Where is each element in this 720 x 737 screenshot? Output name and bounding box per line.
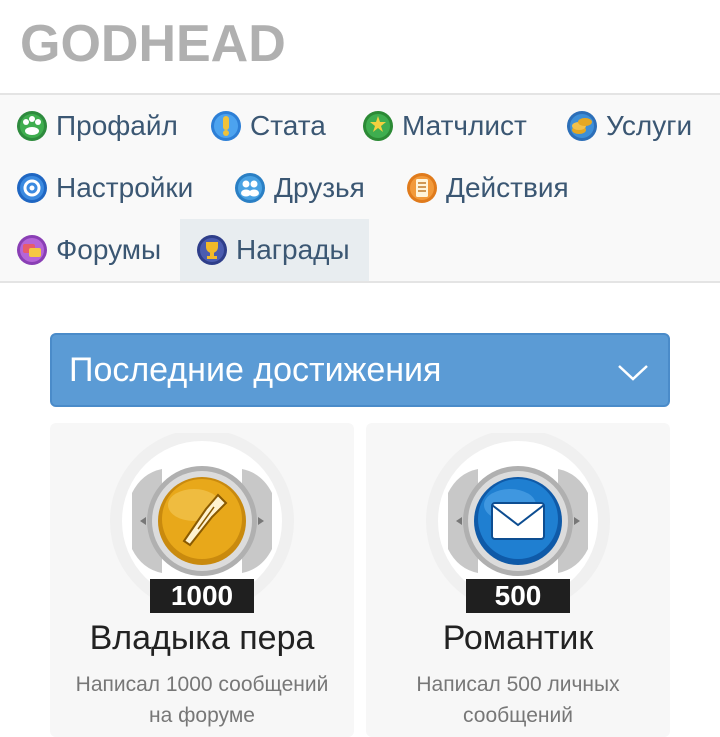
- profile-nav: Профайл Стата Матчлист Услуги Настройки …: [0, 93, 720, 283]
- nav-item-matchlist[interactable]: Матчлист: [346, 95, 550, 157]
- section-title: Последние достижения: [69, 350, 442, 389]
- nav-label-awards: Награды: [236, 234, 350, 265]
- recent-achievements-header[interactable]: Последние достижения: [50, 333, 670, 407]
- nav-item-forums[interactable]: Форумы: [0, 219, 180, 281]
- nav-label-friends: Друзья: [274, 172, 365, 203]
- matchlist-icon: [362, 110, 394, 142]
- settings-icon: [16, 172, 48, 204]
- actions-icon: [406, 172, 438, 204]
- friends-icon: [234, 172, 266, 204]
- medal-badge-count: 1000: [171, 580, 233, 611]
- nav-label-profile: Профайл: [56, 110, 178, 141]
- nav-label-forums: Форумы: [56, 234, 162, 265]
- stats-icon: [210, 110, 242, 142]
- awards-icon: [196, 234, 228, 266]
- envelope-medal-icon: 500: [426, 433, 610, 613]
- nav-label-stats: Стата: [250, 110, 326, 141]
- nav-item-profile[interactable]: Профайл: [0, 95, 194, 157]
- nav-item-awards[interactable]: Награды: [180, 219, 369, 281]
- medal-badge-count: 500: [495, 580, 542, 611]
- nav-label-actions: Действия: [446, 172, 569, 203]
- nav-label-matchlist: Матчлист: [402, 110, 527, 141]
- nav-item-stats[interactable]: Стата: [194, 95, 346, 157]
- achievement-card[interactable]: 1000 Владыка пера Написал 1000 сообщений…: [50, 423, 354, 737]
- nav-item-actions[interactable]: Действия: [390, 157, 600, 219]
- achievement-description: Написал 500 личных сообщений: [416, 673, 620, 727]
- site-header: GODHEAD: [0, 0, 720, 93]
- achievement-title: Владыка пера: [89, 619, 315, 657]
- nav-item-settings[interactable]: Настройки: [0, 157, 218, 219]
- nav-label-settings: Настройки: [56, 172, 194, 203]
- nav-label-services: Услуги: [606, 110, 693, 141]
- pen-medal-icon: 1000: [110, 433, 294, 613]
- services-icon: [566, 110, 598, 142]
- forums-icon: [16, 234, 48, 266]
- nav-item-friends[interactable]: Друзья: [218, 157, 390, 219]
- chevron-down-icon: [618, 365, 648, 381]
- achievement-title: Романтик: [442, 619, 594, 657]
- achievement-card[interactable]: 500 Романтик Написал 500 личных сообщени…: [366, 423, 670, 737]
- nav-item-services[interactable]: Услуги: [550, 95, 720, 157]
- profile-icon: [16, 110, 48, 142]
- achievement-description: Написал 1000 сообщений на форуме: [75, 673, 329, 727]
- site-logo[interactable]: GODHEAD: [20, 14, 286, 74]
